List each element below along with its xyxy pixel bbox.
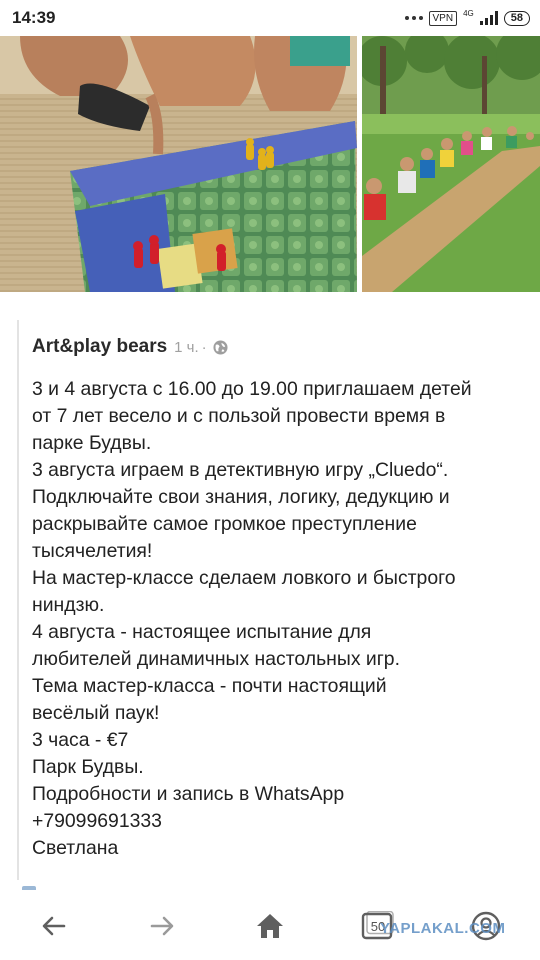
post-line: 3 и 4 августа с 16.00 до 19.00 приглашае… [32, 378, 472, 400]
post-line: Подключайте свои знания, логику, дедукци… [32, 486, 450, 508]
arrow-right-icon[interactable] [144, 908, 180, 944]
post-line: парке Будвы. [32, 432, 152, 454]
post-line: Подробности и запись в WhatsApp [32, 783, 345, 805]
bottom-nav: 50 YAPLAKAL.COM [0, 890, 540, 960]
post-line: весёлый паук! [32, 702, 160, 724]
status-bar: 14:39 VPN 4G 58 [0, 0, 540, 36]
post-text: 3 и 4 августа с 16.00 до 19.00 приглашае… [32, 376, 527, 862]
status-time: 14:39 [12, 8, 56, 27]
network-type: 4G [463, 8, 474, 18]
more-dots-icon [404, 16, 423, 20]
watermark: YAPLAKAL.COM [380, 920, 506, 937]
post-line: Светлана [32, 837, 119, 859]
post-line: 3 часа - €7 [32, 729, 129, 751]
post-line: тысячелетия! [32, 540, 153, 562]
post-line: +79099691333 [32, 810, 162, 832]
post-line: ниндзю. [32, 594, 105, 616]
post-author[interactable]: Art&play bears [32, 336, 167, 358]
signal-icon [479, 11, 498, 25]
post-line: 3 августа играем в детективную игру „Clu… [32, 459, 449, 481]
post-line: любителей динамичных настольных игр. [32, 648, 400, 670]
status-icons: VPN 4G 58 [404, 8, 530, 28]
battery-indicator: 58 [503, 10, 530, 26]
post: Art&play bears 1 ч. · 3 и 4 августа с 16… [17, 320, 527, 880]
post-line: Парк Будвы. [32, 756, 144, 778]
post-line: 4 августа - настоящее испытание для [32, 621, 372, 643]
post-line: Тема мастер-класса - почти настоящий [32, 675, 387, 697]
post-line: На мастер-классе сделаем ловкого и быстр… [32, 567, 456, 589]
globe-icon [213, 339, 228, 355]
board-game-photo[interactable] [0, 36, 357, 292]
post-separator: · [201, 338, 207, 356]
home-icon[interactable] [252, 908, 288, 944]
post-line: раскрывайте самое громкое преступление [32, 513, 417, 535]
post-header: Art&play bears 1 ч. · [32, 334, 527, 360]
vpn-badge: VPN [428, 10, 458, 26]
arrow-left-icon[interactable] [36, 908, 72, 944]
kids-in-park-photo[interactable] [362, 36, 540, 292]
post-line: от 7 лет весело и с пользой провести вре… [32, 405, 446, 427]
post-time[interactable]: 1 ч. [174, 339, 199, 356]
